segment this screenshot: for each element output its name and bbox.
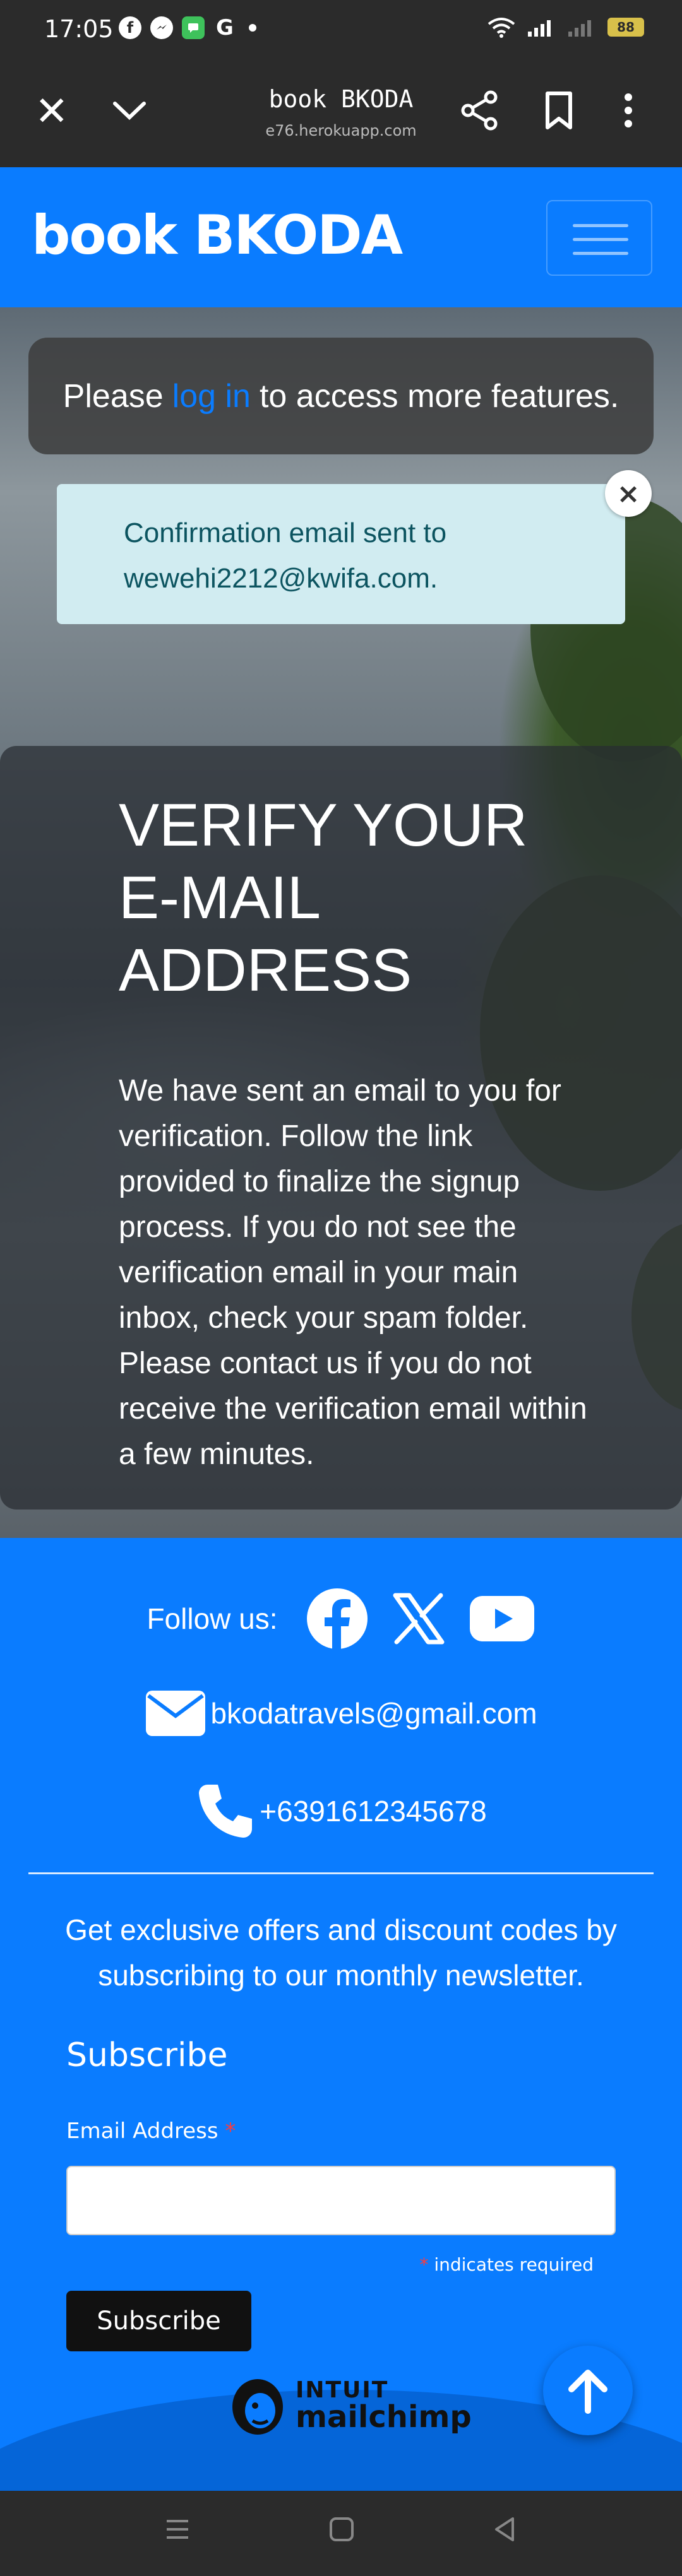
contact-email[interactable]: bkodatravels@gmail.com xyxy=(210,1696,537,1730)
messenger-icon xyxy=(150,16,173,39)
phone-contact-row: +6391612345678 xyxy=(0,1781,682,1841)
follow-us-row: Follow us: xyxy=(0,1587,682,1650)
share-icon[interactable] xyxy=(458,88,502,136)
hero-background: Please log in to access more features. C… xyxy=(0,307,682,1538)
login-prompt-after: to access more features. xyxy=(259,377,619,415)
menu-toggle-button[interactable] xyxy=(546,200,652,276)
alert-line-1: Confirmation email sent to xyxy=(124,517,447,548)
login-link[interactable]: log in xyxy=(172,377,251,415)
google-icon: G xyxy=(216,15,234,40)
brand-logo[interactable]: book BKODA xyxy=(32,204,403,267)
system-navigation-bar xyxy=(0,2491,682,2576)
x-icon[interactable] xyxy=(390,1590,447,1647)
more-options-icon[interactable] xyxy=(616,88,641,136)
hamburger-icon xyxy=(573,224,628,227)
facebook-icon: f xyxy=(119,16,141,39)
status-right: 88 xyxy=(488,16,644,38)
verify-email-panel: VERIFY YOUR E-MAIL ADDRESS We have sent … xyxy=(0,746,682,1510)
email-address-label: Email Address * xyxy=(66,2118,236,2144)
chat-icon xyxy=(182,16,205,39)
verify-title: VERIFY YOUR E-MAIL ADDRESS xyxy=(119,789,587,1007)
youtube-icon[interactable] xyxy=(469,1593,535,1644)
freddie-icon xyxy=(232,2379,283,2435)
facebook-icon[interactable] xyxy=(306,1587,369,1650)
required-note: * indicates required xyxy=(419,2254,594,2275)
status-time: 17:05 xyxy=(44,15,114,43)
status-bar: 17:05 f G 88 xyxy=(0,0,682,60)
verify-title-line: VERIFY YOUR xyxy=(119,791,528,859)
back-icon[interactable] xyxy=(490,2515,519,2551)
back-to-top-button[interactable] xyxy=(543,2346,633,2435)
signal-icon-2 xyxy=(568,20,591,37)
footer-divider xyxy=(28,1872,654,1874)
email-label-text: Email Address xyxy=(66,2118,218,2144)
site-footer: Follow us: bkodatravels@gmail.com +63916… xyxy=(0,1538,682,2491)
browser-toolbar: ✕ book BKODA e76.herokuapp.com xyxy=(0,60,682,167)
mailchimp-name: mailchimp xyxy=(296,2399,472,2435)
email-contact-row: bkodatravels@gmail.com xyxy=(0,1689,682,1737)
contact-phone[interactable]: +6391612345678 xyxy=(260,1794,486,1828)
recent-apps-icon[interactable] xyxy=(163,2515,192,2551)
bookmark-icon[interactable] xyxy=(537,88,581,136)
follow-label: Follow us: xyxy=(147,1602,278,1635)
notification-icons: f G xyxy=(119,15,256,40)
confirmation-alert: Confirmation email sent to wewehi2212@kw… xyxy=(57,484,625,624)
alert-email: wewehi2212@kwifa.com. xyxy=(124,563,438,594)
subscribe-button[interactable]: Subscribe xyxy=(66,2291,251,2351)
mailchimp-wordmark: INTUIT mailchimp xyxy=(296,2377,472,2435)
wifi-icon xyxy=(488,18,515,38)
alert-close-button[interactable]: × xyxy=(605,470,652,517)
verify-body: We have sent an email to you for verific… xyxy=(119,1074,587,1471)
home-icon[interactable] xyxy=(327,2515,356,2551)
more-notifications-dot xyxy=(249,24,256,32)
required-note-text: indicates required xyxy=(434,2254,594,2275)
site-navbar: book BKODA xyxy=(0,167,682,307)
required-asterisk: * xyxy=(419,2254,429,2275)
hamburger-line xyxy=(573,238,628,241)
hamburger-line xyxy=(573,252,628,255)
email-address-input[interactable] xyxy=(66,2166,616,2235)
arrow-up-icon xyxy=(568,2370,607,2414)
required-asterisk: * xyxy=(225,2118,236,2144)
newsletter-text: Get exclusive offers and discount codes … xyxy=(65,1913,617,1992)
envelope-icon xyxy=(146,1691,206,1736)
mailchimp-logo[interactable]: INTUIT mailchimp xyxy=(227,2374,472,2437)
subscribe-heading: Subscribe xyxy=(66,2036,228,2074)
verify-title-line: ADDRESS xyxy=(119,936,412,1004)
verify-title-line: E-MAIL xyxy=(119,864,321,931)
login-prompt-before: Please xyxy=(63,377,164,415)
login-prompt: Please log in to access more features. xyxy=(28,338,654,454)
signal-icon xyxy=(528,20,551,37)
mailchimp-intuit: INTUIT xyxy=(296,2377,389,2403)
phone-icon xyxy=(199,1785,253,1838)
battery-icon: 88 xyxy=(607,18,644,37)
